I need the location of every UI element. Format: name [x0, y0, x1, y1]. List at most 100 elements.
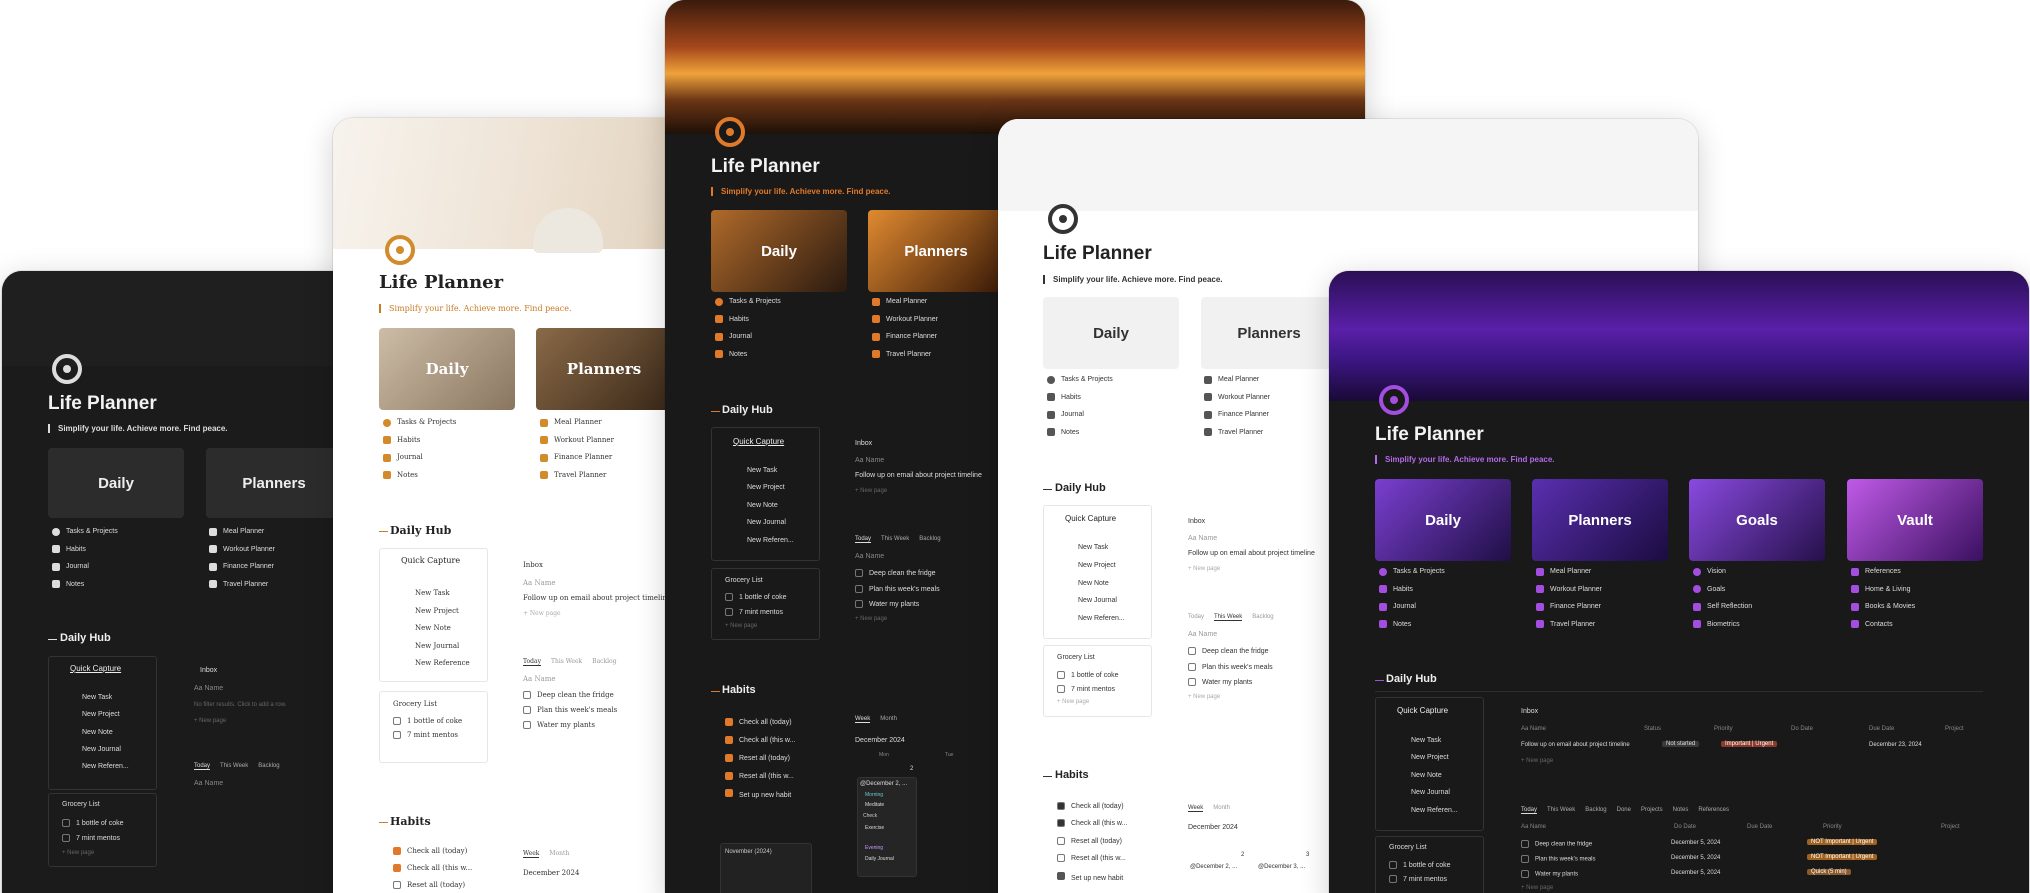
tab-week[interactable]: Week [1188, 805, 1204, 812]
checkbox[interactable] [855, 569, 863, 577]
task-row[interactable]: Deep clean the fridge [855, 569, 936, 577]
tab-this-week[interactable]: This Week [220, 763, 248, 770]
link-tasks[interactable]: Tasks & Projects [1047, 371, 1113, 389]
inbox-item[interactable]: Follow up on email about project timelin… [855, 472, 982, 479]
checkbox[interactable] [725, 593, 733, 601]
link-contacts[interactable]: Contacts [1851, 616, 1915, 634]
grocery-item[interactable]: 7 mint mentos [1389, 875, 1447, 883]
link-meal[interactable]: Meal Planner [1204, 371, 1270, 389]
checkbox[interactable] [1057, 854, 1065, 862]
grocery-title[interactable]: Grocery List [62, 801, 100, 808]
qc-new-note[interactable]: New Note [1078, 580, 1109, 587]
qc-new-note[interactable]: New Note [82, 729, 113, 736]
tab-this-week[interactable]: This Week [1214, 614, 1243, 621]
link-workout[interactable]: Workout Planner [209, 541, 275, 559]
link-finance[interactable]: Finance Planner [872, 328, 938, 346]
inbox-new-page[interactable]: + New page [523, 610, 561, 617]
link-journal[interactable]: Journal [1379, 598, 1445, 616]
link-vision[interactable]: Vision [1693, 563, 1752, 581]
card-daily[interactable]: Daily [379, 328, 515, 410]
habit-action[interactable]: Check all (this w... [393, 864, 472, 872]
checkbox[interactable] [1057, 685, 1065, 693]
task-row[interactable]: Plan this week's meals [855, 585, 940, 593]
checkbox[interactable] [393, 881, 401, 889]
inbox-new-page[interactable]: + New page [194, 718, 226, 724]
qc-new-journal[interactable]: New Journal [415, 642, 459, 650]
checkbox[interactable] [1057, 671, 1065, 679]
link-journal[interactable]: Journal [52, 558, 118, 576]
tab-notes[interactable]: Notes [1673, 807, 1689, 814]
habit-action[interactable]: Check all (this w... [1057, 819, 1127, 827]
link-reflection[interactable]: Self Reflection [1693, 598, 1752, 616]
checkbox[interactable] [1521, 870, 1529, 878]
link-habits[interactable]: Habits [1379, 581, 1445, 599]
tab-month[interactable]: Month [880, 716, 897, 723]
checkbox[interactable] [725, 772, 733, 780]
grocery-item[interactable]: 1 bottle of coke [1389, 861, 1450, 869]
habit-action[interactable]: Reset all (this w... [1057, 854, 1126, 862]
tab-week[interactable]: Week [855, 716, 871, 723]
tab-backlog[interactable]: Backlog [592, 658, 616, 666]
link-meal[interactable]: Meal Planner [1536, 563, 1602, 581]
link-home[interactable]: Home & Living [1851, 581, 1915, 599]
link-notes[interactable]: Notes [52, 576, 118, 594]
card-daily[interactable]: Daily [48, 448, 184, 518]
checkbox[interactable] [393, 864, 401, 872]
link-meal[interactable]: Meal Planner [540, 414, 614, 432]
task-row[interactable]: Water my plants [1521, 870, 1578, 878]
link-finance[interactable]: Finance Planner [1204, 406, 1270, 424]
card-planners[interactable]: Planners [1532, 479, 1668, 561]
card-planners[interactable]: Planners [1201, 297, 1337, 369]
quick-capture-title[interactable]: Quick Capture [1065, 514, 1116, 523]
tab-week[interactable]: Week [523, 850, 540, 858]
tab-this-week[interactable]: This Week [881, 536, 909, 543]
checkbox[interactable] [523, 706, 531, 714]
qc-new-project[interactable]: New Project [747, 484, 785, 491]
habit-action[interactable]: Reset all (today) [393, 881, 465, 889]
link-journal[interactable]: Journal [715, 328, 781, 346]
checkbox[interactable] [725, 754, 733, 762]
checkbox[interactable] [855, 600, 863, 608]
grocery-item[interactable]: 1 bottle of coke [393, 717, 462, 725]
checkbox[interactable] [1188, 647, 1196, 655]
qc-new-reference[interactable]: New Referen... [82, 763, 129, 770]
tab-backlog[interactable]: Backlog [1252, 614, 1273, 621]
grocery-item[interactable]: 7 mint mentos [725, 608, 783, 616]
link-travel[interactable]: Travel Planner [540, 467, 614, 485]
inbox-title[interactable]: Inbox [1521, 708, 1538, 715]
card-daily[interactable]: Daily [1043, 297, 1179, 369]
grocery-new-page[interactable]: + New page [62, 850, 94, 856]
card-daily[interactable]: Daily [711, 210, 847, 292]
link-books[interactable]: Books & Movies [1851, 598, 1915, 616]
link-references[interactable]: References [1851, 563, 1915, 581]
qc-new-journal[interactable]: New Journal [1078, 597, 1117, 604]
tab-done[interactable]: Done [1617, 807, 1631, 814]
checkbox[interactable] [725, 608, 733, 616]
checkbox[interactable] [1521, 855, 1529, 863]
grocery-title[interactable]: Grocery List [1389, 844, 1427, 851]
task-row[interactable]: Plan this week's meals [1188, 663, 1273, 671]
tab-month[interactable]: Month [549, 850, 569, 858]
link-tasks[interactable]: Tasks & Projects [715, 293, 781, 311]
qc-new-task[interactable]: New Task [747, 467, 777, 474]
quick-capture-title[interactable]: Quick Capture [1397, 706, 1448, 715]
quick-capture-title[interactable]: Quick Capture [70, 664, 121, 673]
checkbox[interactable] [725, 736, 733, 744]
tasks-new-page[interactable]: + New page [855, 616, 887, 622]
card-planners[interactable]: Planners [206, 448, 342, 518]
habit-action[interactable]: Check all (today) [1057, 802, 1124, 810]
link-notes[interactable]: Notes [1379, 616, 1445, 634]
quick-capture-title[interactable]: Quick Capture [733, 437, 784, 446]
task-row[interactable]: Plan this week's meals [1521, 855, 1596, 863]
link-habits[interactable]: Habits [383, 432, 456, 450]
tab-today[interactable]: Today [1188, 614, 1204, 621]
qc-new-task[interactable]: New Task [415, 589, 450, 597]
grocery-item[interactable]: 1 bottle of coke [1057, 671, 1118, 679]
link-notes[interactable]: Notes [383, 467, 456, 485]
habit-action[interactable]: Set up new habit [1057, 872, 1123, 882]
checkbox[interactable] [393, 847, 401, 855]
link-workout[interactable]: Workout Planner [540, 432, 614, 450]
link-travel[interactable]: Travel Planner [872, 346, 938, 364]
grocery-item[interactable]: 1 bottle of coke [62, 819, 123, 827]
tasks-new-page[interactable]: + New page [1188, 694, 1220, 700]
